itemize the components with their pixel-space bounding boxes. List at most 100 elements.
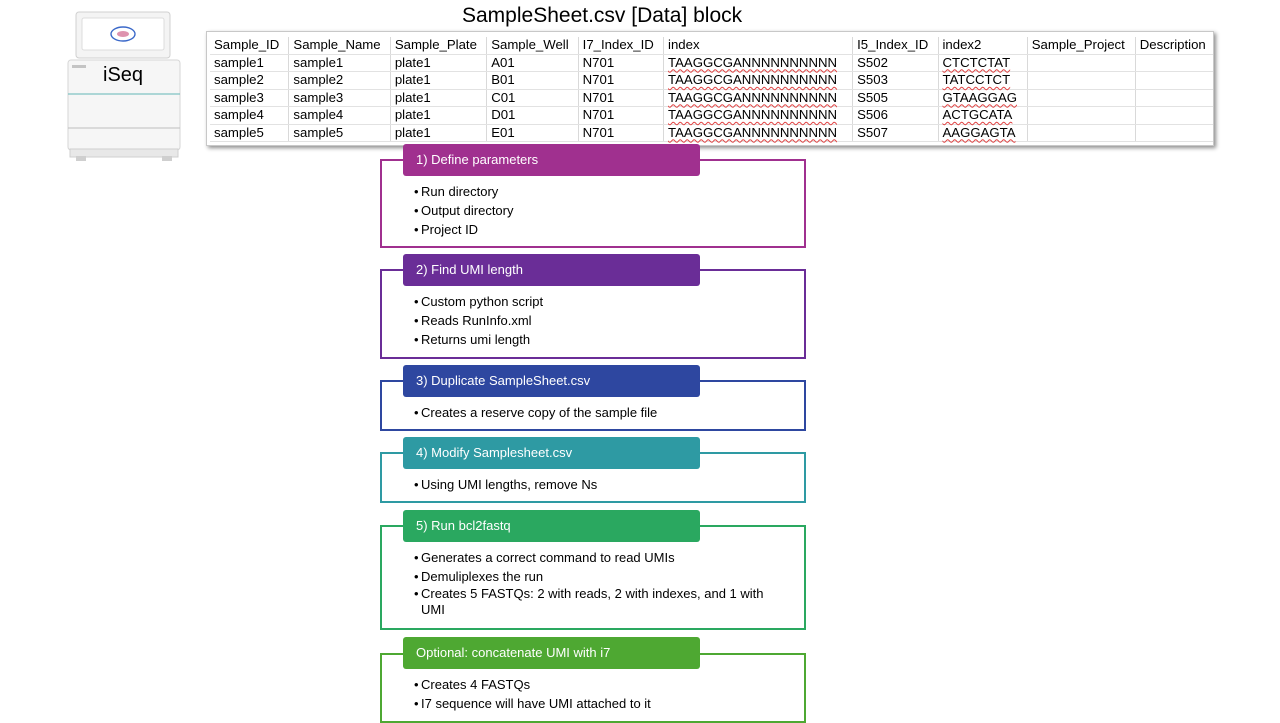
column-header: Sample_Plate bbox=[390, 37, 488, 55]
step-item: • I7 sequence will have UMI attached to i… bbox=[414, 694, 784, 713]
cell-text: TAAGGCGANNNNNNNNNN bbox=[668, 89, 838, 105]
column-header: index bbox=[663, 37, 854, 55]
table-cell bbox=[1135, 124, 1213, 142]
step-item-text: Generates a correct command to read UMIs bbox=[421, 550, 675, 565]
table-cell: TATCCTCT bbox=[938, 71, 1028, 90]
step-item-text: Creates 5 FASTQs: 2 with reads, 2 with i… bbox=[421, 586, 764, 617]
table-cell: S507 bbox=[852, 124, 939, 142]
column-header: Sample_Well bbox=[486, 37, 579, 55]
table-cell: C01 bbox=[486, 89, 579, 107]
column-header: Sample_ID bbox=[210, 37, 290, 55]
table-cell: S503 bbox=[852, 71, 939, 90]
step-items: • Generates a correct command to read UMI… bbox=[414, 548, 784, 618]
bullet-icon: • bbox=[414, 569, 419, 584]
table-cell: CTCTCTAT bbox=[938, 54, 1028, 72]
table-cell: sample1 bbox=[210, 54, 290, 72]
step-item: • Reads RunInfo.xml bbox=[414, 311, 784, 330]
bullet-icon: • bbox=[414, 332, 419, 347]
table-cell: N701 bbox=[578, 106, 665, 125]
table-cell bbox=[1027, 89, 1136, 107]
table-cell: D01 bbox=[486, 106, 579, 125]
column-header: I5_Index_ID bbox=[852, 37, 939, 55]
step-items: • Using UMI lengths, remove Ns bbox=[414, 475, 784, 494]
table-cell: S505 bbox=[852, 89, 939, 107]
cell-text: TAAGGCGANNNNNNNNNN bbox=[668, 107, 838, 122]
table-cell: sample4 bbox=[288, 106, 391, 125]
table-cell: sample5 bbox=[288, 124, 391, 142]
table-cell: sample3 bbox=[210, 89, 290, 107]
table-row: sample3 sample3 plate1 C01 N701 TAAGGCGANNNNN… bbox=[210, 89, 1213, 107]
step-items: • Custom python script • Reads RunInfo.xml •… bbox=[414, 292, 784, 349]
step-item-text: Returns umi length bbox=[421, 332, 531, 347]
cell-text: TATCCTCT bbox=[942, 72, 1011, 87]
bullet-icon: • bbox=[414, 477, 419, 492]
step-title: 2) Find UMI length bbox=[403, 254, 700, 286]
table-cell: S506 bbox=[852, 106, 939, 125]
table-cell bbox=[1135, 89, 1213, 107]
table-cell: TAAGGCGANNNNNNNNNN bbox=[663, 54, 854, 72]
cell-text: CTCTCTAT bbox=[942, 54, 1011, 70]
table-row: sample2 sample2 plate1 B01 N701 TAAGGCGANNNNN… bbox=[210, 71, 1213, 90]
table-cell: N701 bbox=[578, 89, 665, 107]
step-title: 3) Duplicate SampleSheet.csv bbox=[403, 365, 700, 397]
column-header: index2 bbox=[938, 37, 1028, 55]
table-cell: A01 bbox=[486, 54, 579, 72]
bullet-icon: • bbox=[414, 550, 419, 565]
table-header-row: Sample_ID Sample_Name Sample_Plate Sample_W… bbox=[210, 37, 1213, 55]
table-cell: plate1 bbox=[390, 54, 488, 72]
table-cell bbox=[1135, 106, 1213, 125]
step-title: 5) Run bcl2fastq bbox=[403, 510, 700, 542]
step-item-text: Project ID bbox=[421, 222, 479, 237]
table-cell: N701 bbox=[578, 71, 665, 90]
samplesheet-table: Sample_ID Sample_Name Sample_Plate Sample_W… bbox=[210, 37, 1213, 142]
step-title: 1) Define parameters bbox=[403, 144, 700, 176]
bullet-icon: • bbox=[414, 677, 419, 692]
samplesheet-table-image: Sample_ID Sample_Name Sample_Plate Sample_W… bbox=[206, 31, 1214, 146]
table-cell: E01 bbox=[486, 124, 579, 142]
cell-text: AAGGAGTA bbox=[942, 124, 1016, 140]
table-cell bbox=[1027, 106, 1136, 125]
page-title: SampleSheet.csv [Data] block bbox=[462, 4, 743, 27]
step-title: 4) Modify Samplesheet.csv bbox=[403, 437, 700, 469]
step-item-text: Custom python script bbox=[421, 294, 544, 309]
table-cell bbox=[1027, 54, 1136, 72]
column-header: Sample_Name bbox=[288, 37, 391, 55]
cell-text: GTAAGGAG bbox=[942, 89, 1018, 105]
cell-text: TAAGGCGANNNNNNNNNN bbox=[668, 124, 838, 140]
step-items: • Creates a reserve copy of the sample fi… bbox=[414, 403, 784, 422]
step-item: • Output directory bbox=[414, 201, 784, 220]
step-item: • Generates a correct command to read UMI… bbox=[414, 548, 784, 567]
table-cell: sample2 bbox=[288, 71, 391, 90]
table-cell: AAGGAGTA bbox=[938, 124, 1028, 142]
table-cell: plate1 bbox=[390, 106, 488, 125]
step-item: • Project ID bbox=[414, 220, 784, 239]
step-item-text: Creates a reserve copy of the sample fil… bbox=[421, 405, 658, 420]
table-cell: sample3 bbox=[288, 89, 391, 107]
table-cell bbox=[1135, 71, 1213, 90]
table-cell: GTAAGGAG bbox=[938, 89, 1028, 107]
step-item: • Run directory bbox=[414, 182, 784, 201]
cell-text: TAAGGCGANNNNNNNNNN bbox=[668, 54, 838, 70]
table-cell bbox=[1027, 71, 1136, 90]
step-item: • Creates a reserve copy of the sample fi… bbox=[414, 403, 784, 422]
cell-text: ACTGCATA bbox=[942, 107, 1013, 122]
step-item-text: Using UMI lengths, remove Ns bbox=[421, 477, 598, 492]
table-cell: N701 bbox=[578, 54, 665, 72]
table-cell: sample1 bbox=[288, 54, 391, 72]
table-cell: plate1 bbox=[390, 71, 488, 90]
column-header: I7_Index_ID bbox=[578, 37, 665, 55]
bullet-icon: • bbox=[414, 294, 419, 309]
step-item-text: Demuliplexes the run bbox=[421, 569, 544, 584]
table-cell: TAAGGCGANNNNNNNNNN bbox=[663, 124, 854, 142]
step-item: • Demuliplexes the run bbox=[414, 567, 784, 586]
column-header: Sample_Project bbox=[1027, 37, 1136, 55]
step-item: • Creates 4 FASTQs bbox=[414, 675, 784, 694]
table-cell: plate1 bbox=[390, 124, 488, 142]
table-cell: TAAGGCGANNNNNNNNNN bbox=[663, 89, 854, 107]
table-cell bbox=[1135, 54, 1213, 72]
table-cell: TAAGGCGANNNNNNNNNN bbox=[663, 71, 854, 90]
bullet-icon: • bbox=[414, 405, 419, 420]
bullet-icon: • bbox=[414, 222, 419, 237]
column-header: Description bbox=[1135, 37, 1213, 55]
table-cell: TAAGGCGANNNNNNNNNN bbox=[663, 106, 854, 125]
